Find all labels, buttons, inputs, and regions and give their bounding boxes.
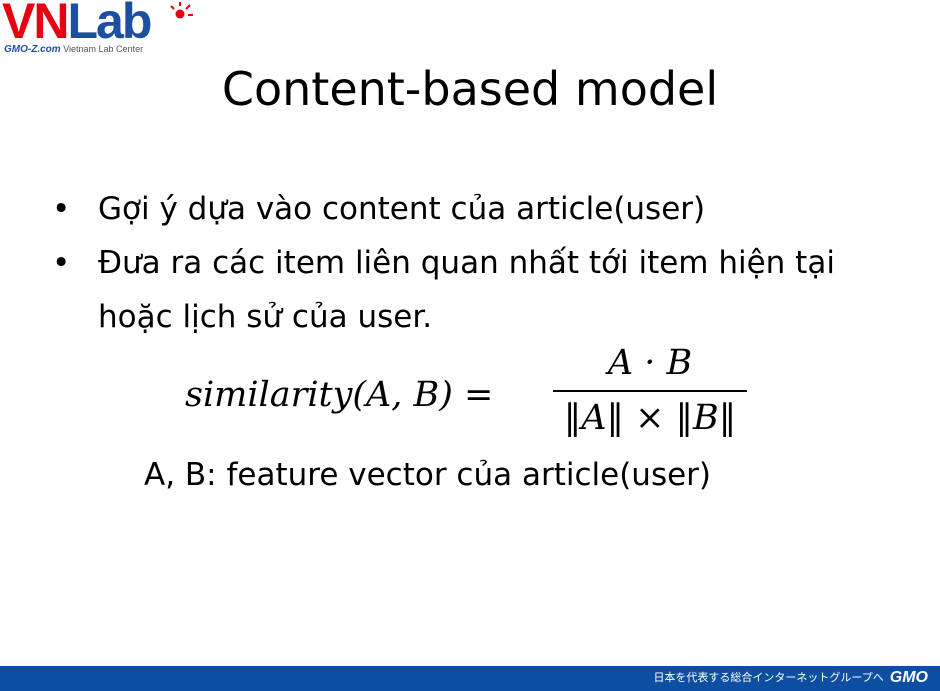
bullet-item: • Gợi ý dựa vào content của article(user…: [52, 182, 912, 236]
formula-fraction: A · B ‖A‖ × ‖B‖: [553, 340, 747, 444]
formula-denominator: ‖A‖ × ‖B‖: [563, 398, 737, 438]
logo-lab: Lab: [67, 0, 152, 49]
vnlab-logo: VNLab GMO-Z.com Vietnam Lab Center: [0, 0, 200, 62]
bullet-marker: •: [52, 191, 71, 227]
footer-tagline: 日本を代表する総合インターネットグループへ: [653, 671, 884, 684]
logo-subtitle-text: Vietnam Lab Center: [63, 44, 144, 54]
bullet-marker: •: [52, 245, 71, 281]
logo-vn: VN: [2, 0, 69, 49]
logo-wordmark: VNLab: [2, 0, 152, 49]
formula-numerator: A · B: [607, 343, 693, 383]
bullet-text: Đưa ra các item liên quan nhất tới item …: [98, 245, 835, 335]
logo-rays-icon: [170, 2, 193, 19]
formula-lhs: similarity(A, B) =: [185, 375, 494, 415]
gmo-logo: GMO: [889, 669, 928, 686]
footer-bar: 日本を代表する総合インターネットグループへ GMO: [0, 666, 940, 691]
logo-gmo: GMO-Z.com: [4, 44, 61, 55]
bullet-text: Gợi ý dựa vào content của article(user): [98, 191, 706, 227]
formula-caption: A, B: feature vector của article(user): [144, 457, 712, 493]
logo-subtitle: GMO-Z.com Vietnam Lab Center: [4, 44, 143, 55]
bullet-list: • Gợi ý dựa vào content của article(user…: [52, 182, 912, 344]
footer-content: 日本を代表する総合インターネットグループへ GMO: [653, 669, 928, 687]
slide-title: Content-based model: [221, 62, 719, 116]
bullet-item: • Đưa ra các item liên quan nhất tới ite…: [52, 236, 912, 344]
